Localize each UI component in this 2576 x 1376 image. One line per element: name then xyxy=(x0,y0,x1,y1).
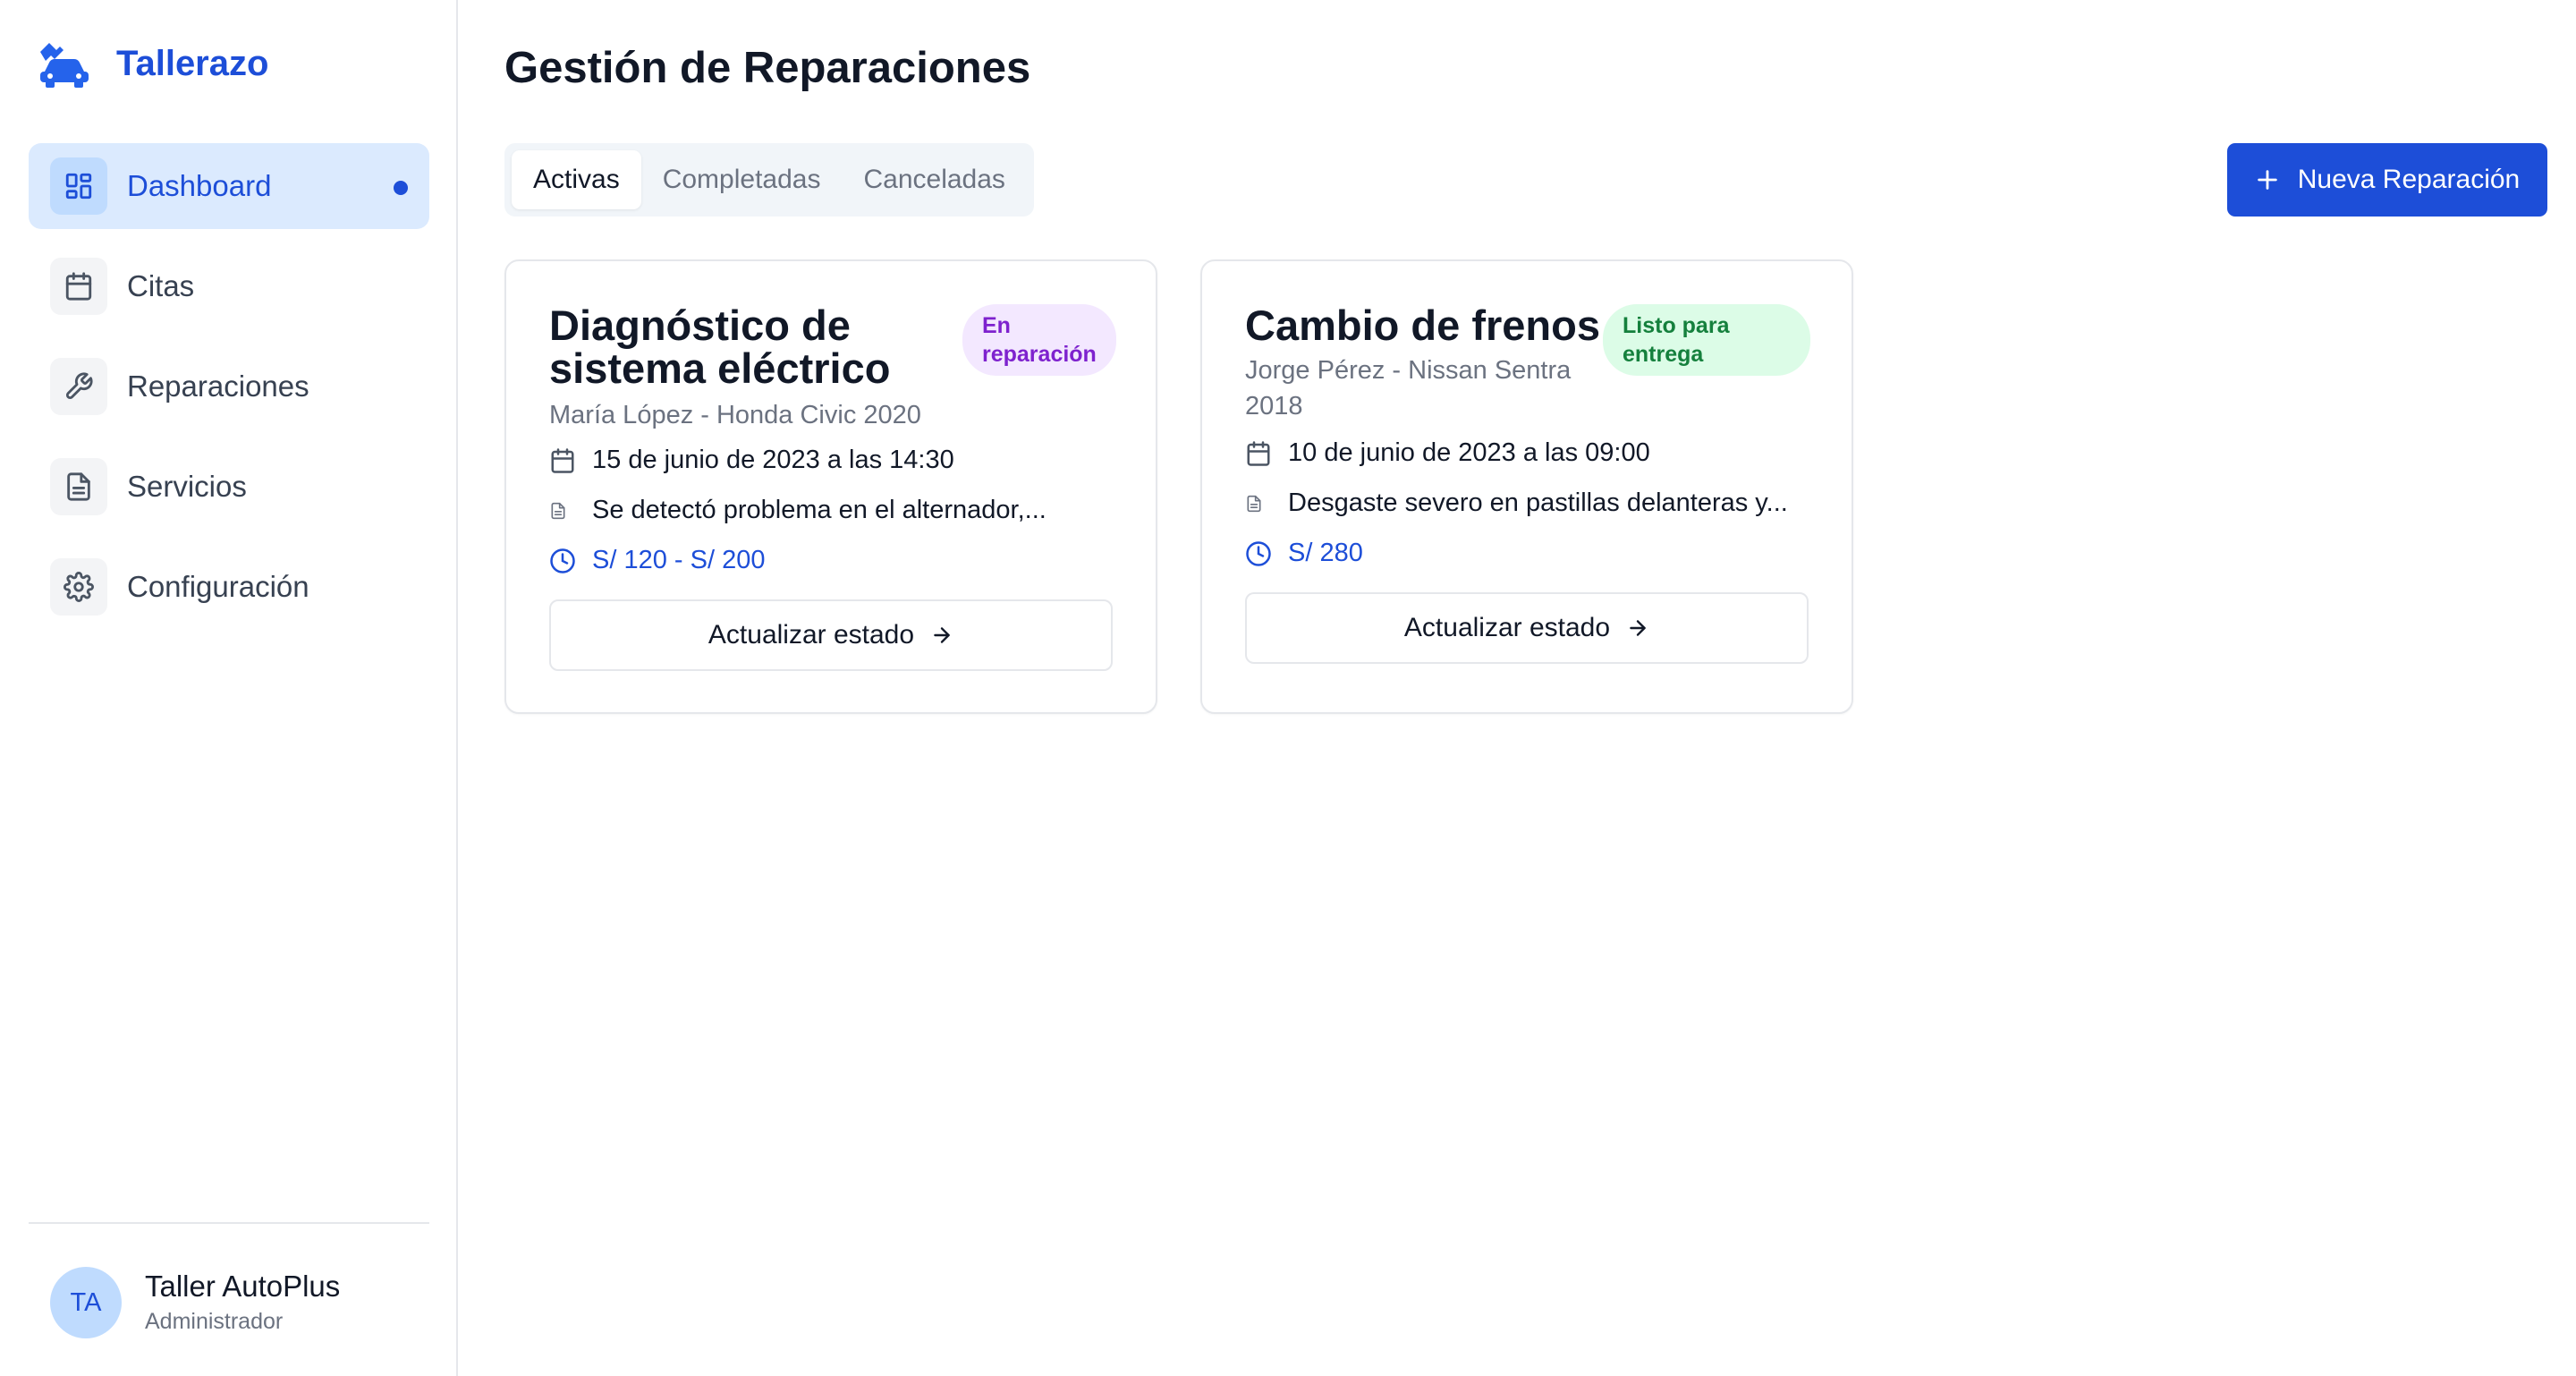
repair-card: Cambio de frenos Listo para entrega Jorg… xyxy=(1200,259,1853,714)
user-name: Taller AutoPlus xyxy=(145,1270,341,1303)
repair-title-line: Cambio de frenos xyxy=(1245,302,1600,349)
sidebar-item-label: Citas xyxy=(127,269,195,302)
customer-vehicle: María López - Honda Civic 2020 xyxy=(549,397,921,433)
status-badge-line: En xyxy=(982,313,1011,338)
new-repair-button[interactable]: Nueva Reparación xyxy=(2227,143,2547,217)
brand[interactable]: Tallerazo xyxy=(36,34,268,93)
document-icon xyxy=(549,501,580,521)
sidebar-item-label: Servicios xyxy=(127,470,247,503)
repair-title: Diagnóstico de sistema eléctrico xyxy=(549,304,890,390)
status-badge-line: Listo para xyxy=(1623,313,1730,338)
customer-vehicle-line: 2018 xyxy=(1245,392,1303,420)
customer-vehicle-line: María López - Honda Civic 2020 xyxy=(549,401,921,429)
status-badge-line: reparación xyxy=(982,342,1097,367)
update-status-label: Actualizar estado xyxy=(1403,613,1611,642)
app-name: Tallerazo xyxy=(116,43,269,83)
repair-title-line: Diagnóstico de xyxy=(549,302,851,349)
dashboard-icon xyxy=(50,157,107,215)
sidebar-item-servicios[interactable]: Servicios xyxy=(29,444,429,530)
page-title: Gestión de Reparaciones xyxy=(504,44,1031,92)
sidebar-item-label: Reparaciones xyxy=(127,369,309,403)
repair-date: 15 de junio de 2023 a las 14:30 xyxy=(592,446,954,474)
sidebar-nav: Dashboard Citas Reparaciones Servicios C… xyxy=(29,143,429,644)
update-status-button[interactable]: Actualizar estado xyxy=(1245,592,1809,664)
gear-icon xyxy=(50,558,107,616)
repair-price: S/ 280 xyxy=(1288,539,1363,567)
document-icon xyxy=(1245,494,1275,514)
user-role: Administrador xyxy=(145,1309,284,1334)
sidebar: Tallerazo Dashboard Citas Reparaciones S… xyxy=(0,0,458,1376)
wrench-icon xyxy=(50,358,107,415)
status-badge: En reparación xyxy=(962,304,1116,376)
user-profile[interactable]: TA Taller AutoPlus Administrador xyxy=(50,1267,340,1338)
repair-card: Diagnóstico de sistema eléctrico En repa… xyxy=(504,259,1157,714)
sidebar-item-reparaciones[interactable]: Reparaciones xyxy=(29,344,429,429)
repair-note-row: Desgaste severo en pastillas delanteras … xyxy=(1245,488,1788,518)
calendar-icon xyxy=(1245,440,1275,467)
repair-date: 10 de junio de 2023 a las 09:00 xyxy=(1288,438,1650,467)
sidebar-item-dashboard[interactable]: Dashboard xyxy=(29,143,429,229)
tab-completadas[interactable]: Completadas xyxy=(641,150,843,209)
plus-icon xyxy=(2255,167,2280,192)
sidebar-item-configuracion[interactable]: Configuración xyxy=(29,544,429,630)
repair-date-row: 10 de junio de 2023 a las 09:00 xyxy=(1245,438,1650,468)
new-repair-label: Nueva Reparación xyxy=(2297,165,2521,194)
calendar-icon xyxy=(549,447,580,474)
repair-note: Se detectó problema en el alternador,... xyxy=(592,496,1046,524)
repair-price-row: S/ 120 - S/ 200 xyxy=(549,546,765,575)
divider xyxy=(29,1222,429,1224)
update-status-button[interactable]: Actualizar estado xyxy=(549,599,1113,671)
sidebar-item-citas[interactable]: Citas xyxy=(29,243,429,329)
repair-date-row: 15 de junio de 2023 a las 14:30 xyxy=(549,446,954,475)
clock-icon xyxy=(549,548,580,574)
tab-canceladas[interactable]: Canceladas xyxy=(842,150,1026,209)
sidebar-item-label: Dashboard xyxy=(127,169,272,202)
repair-title: Cambio de frenos xyxy=(1245,304,1600,347)
customer-vehicle: Jorge Pérez - Nissan Sentra 2018 xyxy=(1245,352,1571,424)
clock-icon xyxy=(1245,540,1275,567)
repair-price: S/ 120 - S/ 200 xyxy=(592,546,766,574)
sidebar-item-label: Configuración xyxy=(127,570,309,603)
repair-note: Desgaste severo en pastillas delanteras … xyxy=(1288,488,1788,517)
avatar: TA xyxy=(50,1267,122,1338)
repair-price-row: S/ 280 xyxy=(1245,539,1363,568)
repair-note-row: Se detectó problema en el alternador,... xyxy=(549,496,1046,525)
status-badge-line: entrega xyxy=(1623,342,1704,367)
status-tabs: Activas Completadas Canceladas xyxy=(504,143,1034,217)
arrow-right-icon xyxy=(930,624,953,647)
status-badge: Listo para entrega xyxy=(1603,304,1810,376)
arrow-right-icon xyxy=(1626,616,1649,640)
calendar-icon xyxy=(50,258,107,315)
repair-title-line: sistema eléctrico xyxy=(549,344,891,392)
active-indicator-dot xyxy=(394,181,408,195)
update-status-label: Actualizar estado xyxy=(708,620,915,650)
tab-activas[interactable]: Activas xyxy=(512,150,641,209)
document-icon xyxy=(50,458,107,515)
user-info: Taller AutoPlus Administrador xyxy=(145,1269,340,1337)
customer-vehicle-line: Jorge Pérez - Nissan Sentra xyxy=(1245,356,1572,385)
car-wrench-icon xyxy=(36,36,91,91)
